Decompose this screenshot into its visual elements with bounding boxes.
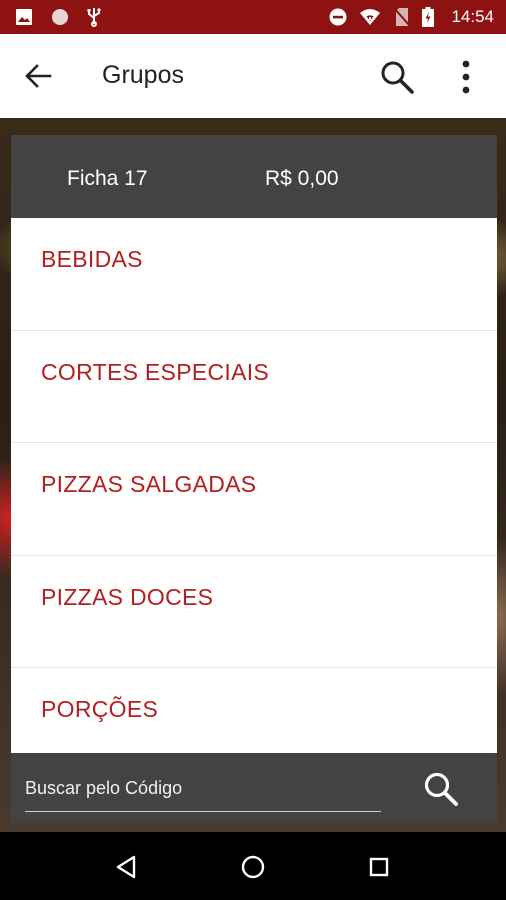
search-icon <box>381 61 414 94</box>
recents-square-icon <box>369 857 389 877</box>
nav-back-button[interactable] <box>112 852 142 882</box>
battery-icon <box>420 7 436 27</box>
group-item-label: PIZZAS DOCES <box>41 583 214 610</box>
group-list: BEBIDAS CORTES ESPECIAIS PIZZAS SALGADAS… <box>11 218 497 753</box>
no-sim-icon <box>392 8 412 26</box>
code-search-button[interactable] <box>421 769 461 809</box>
back-button[interactable] <box>22 61 56 91</box>
code-search-bar <box>11 753 497 823</box>
usb-icon <box>84 8 104 27</box>
group-item-pizzas-salgadas[interactable]: PIZZAS SALGADAS <box>11 443 497 556</box>
status-bar: 14:54 <box>0 0 506 34</box>
group-item-cortes-especiais[interactable]: CORTES ESPECIAIS <box>11 331 497 443</box>
order-header: Ficha 17 R$ 0,00 <box>11 135 497 218</box>
more-vert-icon <box>462 60 470 94</box>
search-icon <box>424 772 458 806</box>
system-nav-bar <box>0 832 506 900</box>
home-circle-icon <box>241 855 265 879</box>
code-search-input[interactable] <box>25 772 381 812</box>
dnd-icon <box>328 8 348 26</box>
ficha-label: Ficha 17 <box>67 167 148 190</box>
nav-home-button[interactable] <box>238 852 268 882</box>
group-item-pizzas-doces[interactable]: PIZZAS DOCES <box>11 556 497 668</box>
app-bar: Grupos <box>0 34 506 118</box>
group-item-label: CORTES ESPECIAIS <box>41 358 270 385</box>
group-item-label: BEBIDAS <box>41 246 143 272</box>
group-item-porcoes[interactable]: PORÇÕES <box>11 668 497 753</box>
image-icon <box>14 8 34 26</box>
group-item-bebidas[interactable]: BEBIDAS <box>11 218 497 331</box>
status-time: 14:54 <box>451 7 494 26</box>
order-total: R$ 0,00 <box>265 167 339 190</box>
arrow-left-icon <box>25 64 52 88</box>
nav-recents-button[interactable] <box>364 852 394 882</box>
groups-card: Ficha 17 R$ 0,00 BEBIDAS CORTES ESPECIAI… <box>11 135 497 823</box>
toolbar-search-button[interactable] <box>378 58 416 96</box>
back-triangle-icon <box>116 855 136 879</box>
wifi-icon <box>358 8 382 26</box>
page-title: Grupos <box>102 61 184 89</box>
circle-icon <box>50 8 70 26</box>
more-options-button[interactable] <box>455 58 477 96</box>
group-item-label: PIZZAS SALGADAS <box>41 471 257 497</box>
group-item-label: PORÇÕES <box>41 696 159 722</box>
